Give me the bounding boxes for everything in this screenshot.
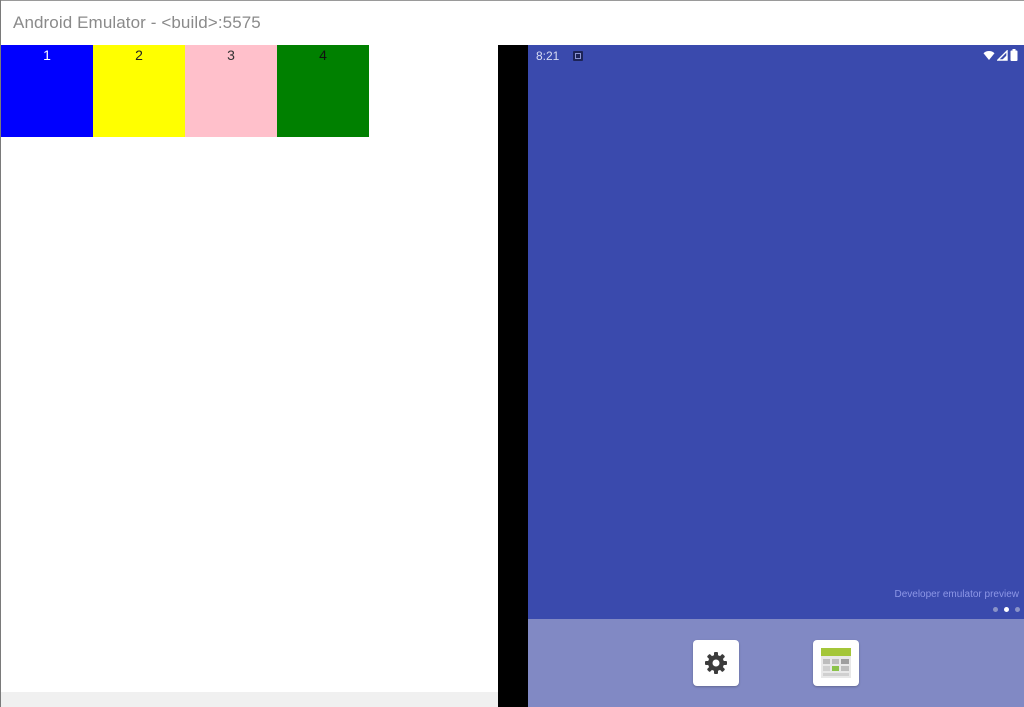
title-bar[interactable]: Android Emulator - <build>:5575 xyxy=(1,1,1024,45)
settings-gear-icon xyxy=(705,652,727,674)
emulator-screen[interactable]: 8:21 Developer emulator preview xyxy=(528,45,1024,707)
grid-cell-label: 3 xyxy=(227,47,235,63)
page-dot-active xyxy=(1004,607,1009,612)
color-grid: 1 2 3 4 xyxy=(1,45,369,137)
horizontal-scrollbar-track[interactable] xyxy=(1,692,498,707)
grid-cell-1[interactable]: 1 xyxy=(1,45,93,137)
wifi-icon xyxy=(983,50,995,60)
status-clock: 8:21 xyxy=(536,49,560,63)
host-app-pane: 1 2 3 4 xyxy=(1,45,498,707)
page-dot xyxy=(993,607,998,612)
notification-icon xyxy=(573,51,583,61)
developer-preview-watermark: Developer emulator preview xyxy=(894,589,1019,600)
page-indicator xyxy=(993,607,1020,612)
status-bar[interactable]: 8:21 xyxy=(528,45,1024,67)
dev-tools-app-icon[interactable] xyxy=(813,640,859,686)
grid-cell-3[interactable]: 3 xyxy=(185,45,277,137)
app-dock xyxy=(528,619,1024,707)
cell-signal-icon xyxy=(997,49,1008,61)
window-title: Android Emulator - <build>:5575 xyxy=(13,13,261,32)
grid-cell-4[interactable]: 4 xyxy=(277,45,369,137)
emulator-window: Android Emulator - <build>:5575 1 2 3 4 … xyxy=(0,0,1024,707)
page-dot xyxy=(1015,607,1020,612)
grid-cell-label: 2 xyxy=(135,47,143,63)
grid-cell-label: 1 xyxy=(43,47,51,63)
battery-icon xyxy=(1010,49,1018,61)
dev-tools-icon xyxy=(821,648,851,678)
settings-app-icon[interactable] xyxy=(693,640,739,686)
device-bezel xyxy=(498,45,528,707)
grid-cell-2[interactable]: 2 xyxy=(93,45,185,137)
status-icons xyxy=(983,49,1018,61)
grid-cell-label: 4 xyxy=(319,47,327,63)
